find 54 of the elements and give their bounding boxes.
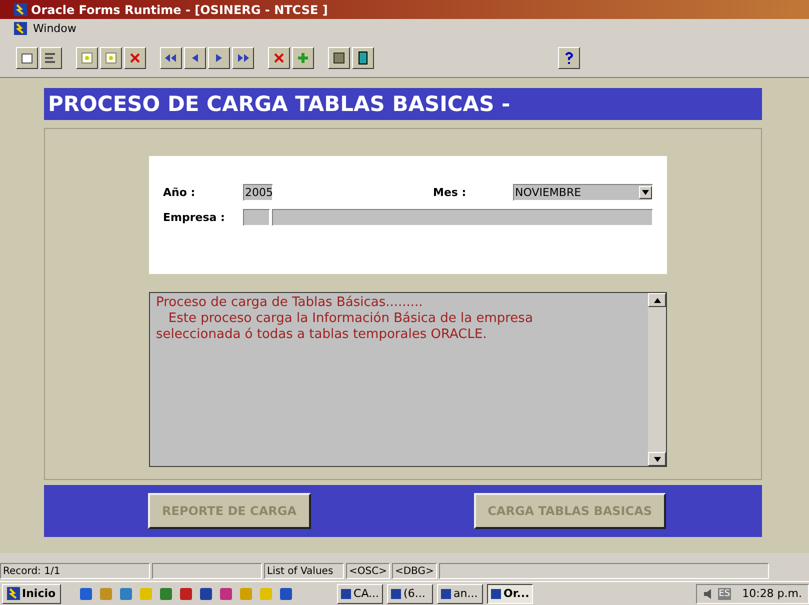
app-icon[interactable] xyxy=(78,586,93,600)
toolbar-button[interactable] xyxy=(208,46,230,68)
menu-item[interactable]: Window xyxy=(33,22,76,35)
status-cell: Record: 1/1 xyxy=(0,563,150,579)
window-icon xyxy=(340,588,352,600)
window-icon xyxy=(440,588,452,600)
app-icon[interactable] xyxy=(278,586,293,600)
down-arrow-icon xyxy=(642,190,649,195)
status-cell: <OSC> xyxy=(346,563,390,579)
app-icon[interactable] xyxy=(198,586,213,600)
toolbar-button[interactable] xyxy=(124,46,146,68)
toolbar-button[interactable] xyxy=(328,46,350,68)
field-label: Mes : xyxy=(433,186,468,199)
down-arrow-icon xyxy=(654,456,660,462)
input-field[interactable] xyxy=(243,209,270,226)
toolbar-button[interactable] xyxy=(40,46,62,68)
toolbar-button[interactable] xyxy=(160,46,182,68)
taskbar-task[interactable]: CA... xyxy=(336,584,383,604)
taskbar-task[interactable]: (6... xyxy=(386,584,433,604)
app-icon[interactable] xyxy=(178,586,193,600)
dropdown[interactable]: NOVIEMBRE xyxy=(513,184,653,201)
toolbar-button[interactable] xyxy=(100,46,122,68)
toolbar-button[interactable] xyxy=(16,46,38,68)
form-header: PROCESO DE CARGA TABLAS BASICAS - xyxy=(44,88,762,120)
up-arrow-icon xyxy=(654,298,660,302)
app-icon xyxy=(7,587,20,600)
window-title: Oracle Forms Runtime - [OSINERG - NTCSE ] xyxy=(31,2,328,16)
input-field[interactable] xyxy=(272,209,653,226)
app-icon xyxy=(14,3,27,16)
window-icon xyxy=(490,588,502,600)
field-label: Empresa : xyxy=(163,211,226,224)
toolbar-button[interactable] xyxy=(184,46,206,68)
toolbar-button[interactable] xyxy=(352,46,374,68)
clock: 10:28 p.m. xyxy=(742,587,802,600)
toolbar-button[interactable] xyxy=(232,46,254,68)
toolbar-button[interactable] xyxy=(558,46,580,68)
start-button[interactable]: Inicio xyxy=(2,584,61,604)
input-field[interactable]: 2005 xyxy=(243,184,273,201)
toolbar-button[interactable] xyxy=(268,46,290,68)
status-cell: <DBG> xyxy=(392,563,437,579)
language-indicator[interactable]: ES xyxy=(718,588,732,600)
taskbar-task[interactable]: an... xyxy=(436,584,483,604)
window-icon xyxy=(390,588,402,600)
field-label: Año : xyxy=(163,186,196,199)
app-icon[interactable] xyxy=(118,586,133,600)
toolbar-button[interactable] xyxy=(76,46,98,68)
taskbar-task[interactable]: Or... xyxy=(486,584,533,604)
toolbar-button[interactable] xyxy=(292,46,314,68)
app-icon[interactable] xyxy=(158,586,173,600)
app-icon xyxy=(14,22,27,35)
status-cell: List of Values xyxy=(264,563,344,579)
scrollbar[interactable] xyxy=(648,293,666,466)
message-text: Proceso de carga de Tablas Básicas......... Este proceso carga la Información Básica de la empresa seleccionada ó todas a tablas temporales ORACLE. xyxy=(150,293,648,466)
app-icon[interactable] xyxy=(218,586,233,600)
